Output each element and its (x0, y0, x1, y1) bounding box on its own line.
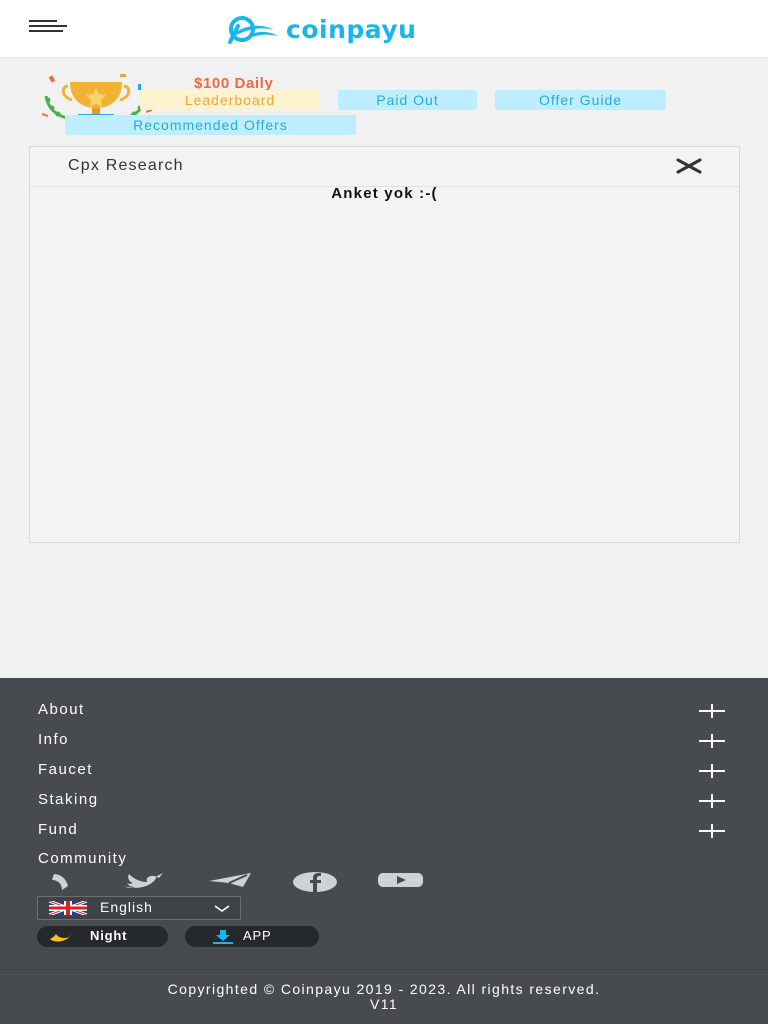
brand-name: coinpayu (286, 14, 417, 44)
uk-flag-icon (49, 901, 87, 915)
no-survey-message: Anket yok :-( (331, 185, 438, 202)
moon-icon (50, 934, 72, 942)
hamburger-icon (29, 20, 57, 22)
footer-section-about[interactable]: About (38, 701, 85, 718)
panel-title: Cpx Research (68, 157, 184, 174)
site-footer: About Info Faucet Staking Fund Community (0, 678, 768, 1024)
app-download-button[interactable]: APP (185, 926, 319, 947)
offer-guide-link[interactable]: Offer Guide (495, 90, 666, 110)
promo-area: $100 Daily Leaderboard Paid Out Offer Gu… (0, 60, 768, 140)
panel-header: Cpx Research (30, 147, 739, 187)
footer-section-fund[interactable]: Fund (38, 821, 78, 838)
night-mode-toggle[interactable]: Night (37, 926, 168, 947)
leaderboard-link[interactable]: Leaderboard (140, 90, 320, 110)
survey-panel: Cpx Research Anket yok :-( (29, 146, 740, 543)
chevron-down-icon (214, 905, 230, 912)
youtube-icon[interactable] (378, 872, 423, 888)
footer-section-staking[interactable]: Staking (38, 791, 99, 808)
medium-icon[interactable] (50, 872, 72, 892)
plus-icon[interactable] (699, 824, 725, 838)
night-label: Night (90, 928, 128, 943)
footer-section-info[interactable]: Info (38, 731, 69, 748)
app-label: APP (243, 928, 272, 943)
menu-button[interactable] (29, 20, 67, 34)
plus-icon[interactable] (699, 794, 725, 808)
download-icon (213, 930, 233, 944)
top-header: coinpayu (0, 0, 768, 58)
footer-divider (0, 969, 768, 970)
twitter-icon[interactable] (123, 872, 165, 890)
community-label: Community (38, 850, 128, 867)
version-text: V11 (369, 996, 399, 1012)
footer-section-faucet[interactable]: Faucet (38, 761, 93, 778)
telegram-icon[interactable] (207, 872, 253, 888)
language-select[interactable]: English (37, 896, 241, 920)
plus-icon[interactable] (699, 704, 725, 718)
paid-out-link[interactable]: Paid Out (338, 90, 477, 110)
recommended-offers-link[interactable]: Recommended Offers (65, 115, 356, 135)
facebook-icon[interactable] (293, 872, 337, 892)
plus-icon[interactable] (699, 764, 725, 778)
language-label: English (100, 899, 153, 915)
close-icon[interactable] (676, 158, 702, 174)
copyright-text: Copyrighted © Coinpayu 2019 - 2023. All … (167, 981, 601, 997)
plus-icon[interactable] (699, 734, 725, 748)
coinpayu-logo[interactable]: coinpayu (228, 14, 416, 44)
